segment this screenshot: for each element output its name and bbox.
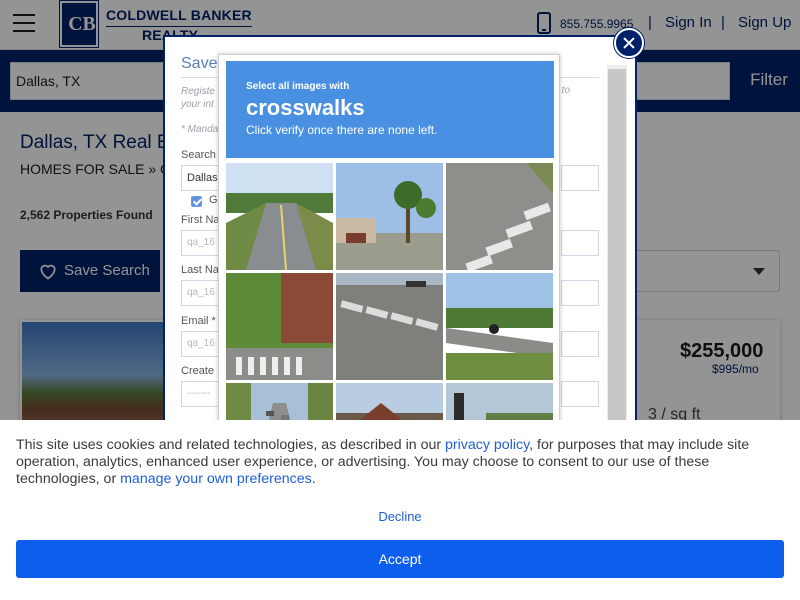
captcha-tile-crosswalk[interactable] bbox=[446, 163, 553, 270]
cookie-message: This site uses cookies and related techn… bbox=[16, 437, 796, 488]
manage-preferences-link[interactable]: manage your own preferences bbox=[120, 471, 312, 487]
last-name-label: Last Na bbox=[181, 264, 219, 276]
register-text-line2: your int bbox=[181, 99, 214, 110]
privacy-policy-link[interactable]: privacy policy bbox=[445, 437, 529, 453]
create-password-field-right[interactable] bbox=[561, 381, 599, 407]
captcha-tile-crosswalk-trees[interactable] bbox=[226, 273, 333, 380]
last-name-field-right[interactable] bbox=[561, 280, 599, 306]
register-text-line1: Registe bbox=[181, 86, 215, 97]
captcha-challenge: Select all images with crosswalks Click … bbox=[218, 54, 560, 426]
captcha-target: crosswalks bbox=[246, 95, 365, 120]
captcha-subinstruction: Click verify once there are none left. bbox=[246, 123, 438, 137]
first-name-label: First Na bbox=[181, 214, 220, 226]
accept-button[interactable]: Accept bbox=[16, 540, 784, 578]
email-field-right[interactable] bbox=[561, 331, 599, 357]
search-name-label: Search bbox=[181, 149, 216, 161]
close-icon[interactable] bbox=[614, 28, 644, 58]
decline-button[interactable]: Decline bbox=[360, 509, 440, 524]
modal-title: Save bbox=[181, 55, 218, 72]
modal-register-text: Registe your int bbox=[181, 85, 215, 111]
cookie-text-part1: This site uses cookies and related techn… bbox=[16, 437, 446, 453]
email-label: Email * bbox=[181, 315, 216, 327]
captcha-tile-motorcycle-road[interactable] bbox=[446, 273, 553, 380]
first-name-field-right[interactable] bbox=[561, 230, 599, 256]
search-name-field-right[interactable] bbox=[561, 165, 599, 191]
captcha-tile-street[interactable] bbox=[226, 163, 333, 270]
mandatory-note: * Manda bbox=[181, 124, 219, 135]
captcha-header: Select all images with crosswalks Click … bbox=[226, 61, 554, 158]
alert-checkbox[interactable] bbox=[191, 196, 202, 207]
captcha-tile-palm-trees[interactable] bbox=[336, 163, 443, 270]
captcha-tile-crosswalk-closeup[interactable] bbox=[336, 273, 443, 380]
cookie-banner: This site uses cookies and related techn… bbox=[0, 420, 800, 600]
modal-scrollbar-thumb[interactable] bbox=[608, 69, 626, 449]
cookie-text-part3: . bbox=[311, 471, 316, 487]
create-password-label: Create bbox=[181, 365, 215, 377]
captcha-instruction: Select all images with bbox=[246, 81, 350, 92]
